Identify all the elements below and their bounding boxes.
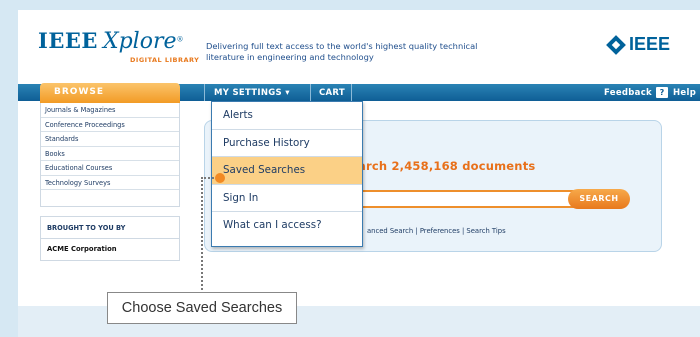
sidebar-item-journals[interactable]: Journals & Magazines <box>41 103 179 118</box>
sidebar-item-surveys[interactable]: Technology Surveys <box>41 176 179 190</box>
nav-divider <box>204 84 205 101</box>
ieee-xplore-logo[interactable]: IEEE Xplore® DIGITAL LIBRARY <box>38 28 199 64</box>
callout-marker-dot <box>215 173 225 183</box>
sidebar-item-books[interactable]: Books <box>41 147 179 161</box>
help-link[interactable]: Help <box>673 88 696 98</box>
search-button[interactable]: SEARCH <box>568 189 630 209</box>
help-question-icon[interactable]: ? <box>656 87 668 98</box>
logo-registered-mark: ® <box>176 35 184 44</box>
my-settings-dropdown: Alerts Purchase History Saved Searches S… <box>211 101 363 247</box>
feedback-link[interactable]: Feedback <box>604 88 652 98</box>
nav-divider <box>351 84 352 101</box>
search-input[interactable] <box>348 190 580 208</box>
ieee-brand-logo[interactable]: IEEE <box>606 34 670 55</box>
sidebar-item-standards[interactable]: Standards <box>41 132 179 147</box>
menu-item-alerts[interactable]: Alerts <box>212 102 362 130</box>
brought-to-you-by-heading: BROUGHT TO YOU BY <box>41 217 179 239</box>
brought-to-you-by-box: BROUGHT TO YOU BY ACME Corporation <box>40 216 180 261</box>
browse-tab-label: BROWSE <box>54 87 104 97</box>
ieee-diamond-icon <box>606 34 626 55</box>
logo-digital-library-text: DIGITAL LIBRARY <box>130 56 200 64</box>
menu-item-what-can-i-access[interactable]: What can I access? <box>212 212 362 240</box>
sidebar-item-courses[interactable]: Educational Courses <box>41 161 179 176</box>
menu-item-saved-searches[interactable]: Saved Searches <box>212 157 362 185</box>
institution-name: ACME Corporation <box>47 245 117 253</box>
search-options-links[interactable]: anced Search | Preferences | Search Tips <box>367 227 506 235</box>
site-tagline: Delivering full text access to the world… <box>206 41 478 62</box>
search-document-count: arch 2,458,168 documents <box>358 159 536 173</box>
my-settings-menu[interactable]: MY SETTINGS ▾ <box>214 88 290 98</box>
ieee-brand-text: IEEE <box>628 34 670 54</box>
logo-xplore-text: Xplore <box>102 29 177 54</box>
sidebar-item-conferences[interactable]: Conference Proceedings <box>41 118 179 132</box>
browse-sidebar: Journals & Magazines Conference Proceedi… <box>40 103 180 207</box>
cart-link[interactable]: CART <box>319 88 345 98</box>
callout-connector-vertical <box>201 177 203 302</box>
menu-item-sign-in[interactable]: Sign In <box>212 185 362 212</box>
menu-item-purchase-history[interactable]: Purchase History <box>212 130 362 157</box>
browse-tab[interactable]: BROWSE <box>40 83 180 103</box>
logo-ieee-text: IEEE <box>38 28 98 53</box>
instruction-callout: Choose Saved Searches <box>107 292 297 324</box>
browser-page: IEEE Xplore® DIGITAL LIBRARY Delivering … <box>18 10 700 306</box>
nav-divider <box>310 84 311 101</box>
